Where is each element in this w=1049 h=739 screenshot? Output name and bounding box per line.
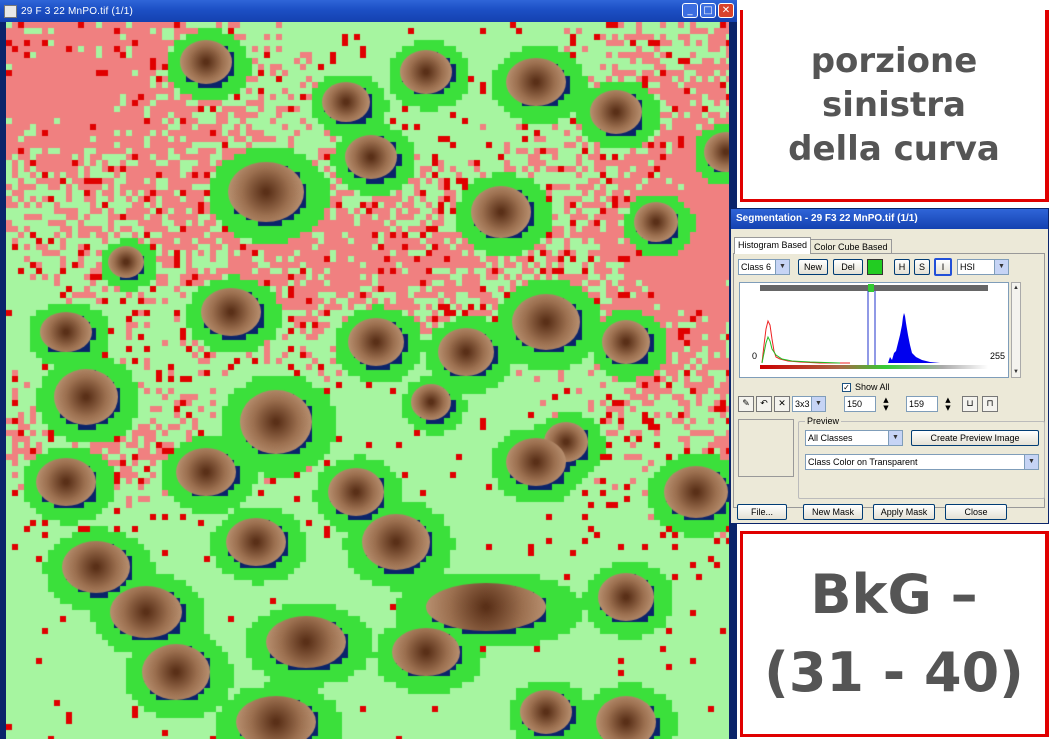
range-high-input[interactable]: 159 — [906, 396, 938, 412]
chevron-down-icon: ▼ — [811, 397, 825, 411]
preview-mode-select[interactable]: Class Color on Transparent ▼ — [805, 454, 1039, 470]
class-color-swatch[interactable] — [867, 259, 883, 275]
fit-range-icon[interactable]: ⊔ — [962, 396, 978, 412]
expand-range-icon[interactable]: ⊓ — [982, 396, 998, 412]
class-select-value: Class 6 — [741, 262, 772, 272]
document-icon — [4, 4, 17, 18]
color-space-value: HSI — [960, 262, 976, 272]
preview-classes-value: All Classes — [808, 433, 853, 443]
close-button[interactable]: ✕ — [718, 3, 734, 18]
saturation-channel-button[interactable]: S — [914, 259, 930, 275]
annotation-line: sinistra — [822, 84, 966, 125]
preview-label: Preview — [805, 416, 842, 426]
file-button[interactable]: File... — [737, 504, 787, 520]
intensity-gradient-bar — [760, 365, 988, 369]
range-low-spinner[interactable]: ▲ ▼ — [879, 396, 893, 412]
annotation-line: della curva — [788, 128, 1000, 169]
show-all-label: Show All — [855, 382, 890, 392]
spin-down-icon[interactable]: ▼ — [883, 404, 888, 412]
chevron-down-icon: ▼ — [888, 431, 902, 445]
delete-class-button[interactable]: Del — [833, 259, 863, 275]
histogram-panel: Class 6 ▼ New Del H S I HSI ▼ 0 255 ▲ ▼ … — [733, 253, 1045, 508]
create-preview-button[interactable]: Create Preview Image — [911, 430, 1039, 446]
segmented-micrograph[interactable] — [6, 22, 729, 739]
chevron-down-icon: ▼ — [994, 260, 1008, 274]
segmentation-titlebar[interactable]: Segmentation - 29 F3 22 MnPO.tif (1/1) — [731, 209, 1048, 229]
axis-max-label: 255 — [990, 351, 1006, 361]
kernel-select-value: 3x3 — [795, 399, 810, 409]
new-class-button[interactable]: New — [798, 259, 828, 275]
scroll-down-icon[interactable]: ▼ — [1012, 367, 1020, 377]
class-select[interactable]: Class 6 ▼ — [738, 259, 790, 275]
segmentation-dialog: Segmentation - 29 F3 22 MnPO.tif (1/1) H… — [730, 208, 1049, 524]
apply-mask-button[interactable]: Apply Mask — [873, 504, 935, 520]
image-window-title: 29 F 3 22 MnPO.tif (1/1) — [21, 5, 134, 17]
annotation-box-bottom: BkG – (31 - 40) — [740, 531, 1049, 737]
annotation-line: (31 - 40) — [764, 641, 1024, 704]
kernel-select[interactable]: 3x3 ▼ — [792, 396, 826, 412]
undo-icon[interactable]: ↶ — [756, 396, 772, 412]
show-all-checkbox[interactable]: ✓ — [842, 383, 851, 392]
new-mask-button[interactable]: New Mask — [803, 504, 863, 520]
histogram-scrollbar[interactable]: ▲ ▼ — [1011, 282, 1021, 378]
range-low-input[interactable]: 150 — [844, 396, 876, 412]
annotation-text-bottom: BkG – (31 - 40) — [764, 556, 1024, 712]
intensity-channel-button[interactable]: I — [934, 258, 952, 276]
close-dialog-button[interactable]: Close — [945, 504, 1007, 520]
annotation-text-top: porzione sinistra della curva — [788, 39, 1000, 171]
spin-down-icon[interactable]: ▼ — [945, 404, 950, 412]
color-space-select[interactable]: HSI ▼ — [957, 259, 1009, 275]
scroll-up-icon[interactable]: ▲ — [1012, 283, 1020, 293]
spin-up-icon[interactable]: ▲ — [883, 396, 888, 404]
annotation-box-top: porzione sinistra della curva — [740, 10, 1049, 202]
chevron-down-icon: ▼ — [1024, 455, 1038, 469]
annotation-line: porzione — [810, 40, 978, 81]
erase-icon[interactable]: ✕ — [774, 396, 790, 412]
tab-color-cube-based[interactable]: Color Cube Based — [810, 239, 892, 254]
axis-min-label: 0 — [752, 351, 758, 361]
range-handle[interactable] — [868, 284, 874, 292]
image-window: 29 F 3 22 MnPO.tif (1/1) _ □ ✕ — [0, 0, 737, 739]
tab-histogram-based[interactable]: Histogram Based — [734, 237, 812, 254]
image-window-titlebar[interactable]: 29 F 3 22 MnPO.tif (1/1) _ □ ✕ — [0, 0, 737, 22]
preview-mode-value: Class Color on Transparent — [808, 457, 918, 467]
pencil-icon[interactable]: ✎ — [738, 396, 754, 412]
range-high-spinner[interactable]: ▲ ▼ — [941, 396, 955, 412]
histogram-plot — [760, 284, 988, 369]
intensity-histogram[interactable]: 0 255 — [739, 282, 1009, 378]
chevron-down-icon: ▼ — [775, 260, 789, 274]
intensity-peak — [888, 313, 954, 363]
preview-group: Preview All Classes ▼ Create Preview Ima… — [798, 416, 1045, 499]
minimize-button[interactable]: _ — [682, 3, 698, 18]
hue-channel-button[interactable]: H — [894, 259, 910, 275]
preview-thumbnail — [738, 419, 794, 477]
maximize-button[interactable]: □ — [700, 3, 716, 18]
spin-up-icon[interactable]: ▲ — [945, 396, 950, 404]
preview-classes-select[interactable]: All Classes ▼ — [805, 430, 903, 446]
annotation-line: BkG – — [810, 563, 978, 626]
red-class-curve — [761, 319, 850, 364]
